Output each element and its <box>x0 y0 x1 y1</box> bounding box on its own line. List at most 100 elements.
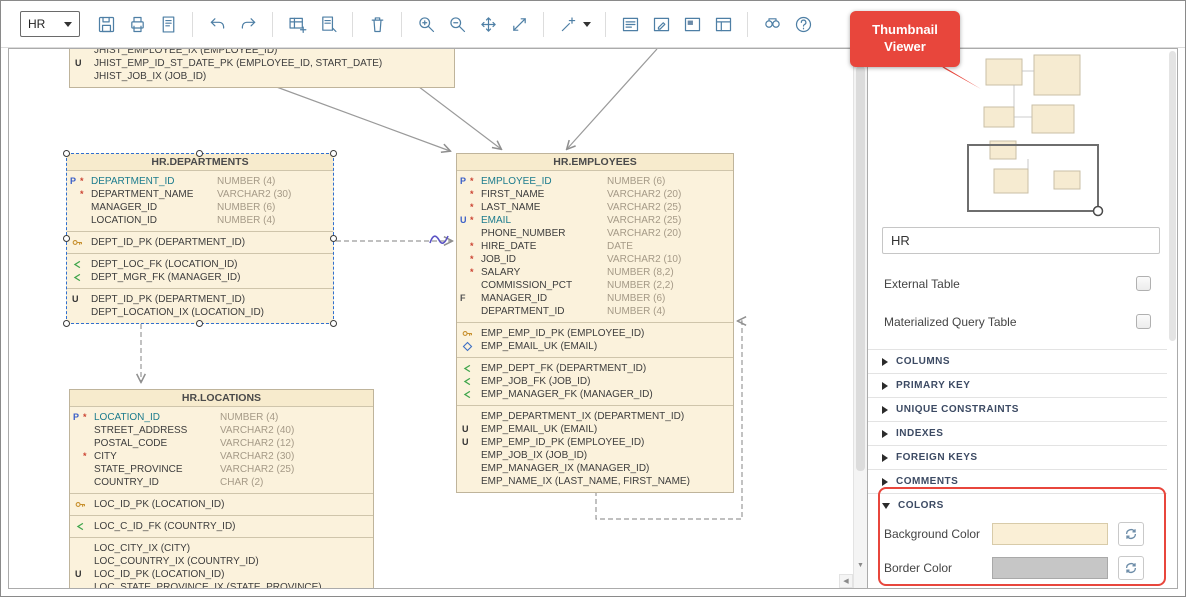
vertical-scroll-thumb[interactable] <box>856 66 865 471</box>
entity-departments[interactable]: HR.DEPARTMENTSP*DEPARTMENT_IDNUMBER (4)*… <box>66 153 334 324</box>
fk-row[interactable]: EMP_JOB_FK (JOB_ID) <box>457 375 733 388</box>
zoom-out-button[interactable] <box>443 10 471 38</box>
schema-selector[interactable]: HR <box>20 11 80 37</box>
find-button[interactable] <box>758 10 786 38</box>
scroll-left-button[interactable]: ◀ <box>839 574 853 588</box>
entity-jhist-partial[interactable]: JHIST_EMPLOYEE_IX (EMPLOYEE_ID)UJHIST_EM… <box>69 49 455 88</box>
selection-handle[interactable] <box>63 150 70 157</box>
section-colors[interactable]: COLORS <box>868 493 1167 517</box>
column-row[interactable]: LOCATION_IDNUMBER (4) <box>67 214 333 227</box>
key-row[interactable]: EMP_EMAIL_UK (EMAIL) <box>457 340 733 353</box>
fk-row[interactable]: DEPT_LOC_FK (LOCATION_ID) <box>67 258 333 271</box>
selection-handle[interactable] <box>63 320 70 327</box>
zoom-in-button[interactable] <box>412 10 440 38</box>
column-row[interactable]: DEPARTMENT_IDNUMBER (4) <box>457 305 733 318</box>
overview-panel-button[interactable] <box>678 10 706 38</box>
column-row[interactable]: MANAGER_IDNUMBER (6) <box>67 201 333 214</box>
fk-row[interactable]: EMP_MANAGER_FK (MANAGER_ID) <box>457 388 733 401</box>
section-unique-constraints[interactable]: UNIQUE CONSTRAINTS <box>868 397 1167 421</box>
column-row[interactable]: *DEPARTMENT_NAMEVARCHAR2 (30) <box>67 188 333 201</box>
section-indexes[interactable]: INDEXES <box>868 421 1167 445</box>
details-panel-button[interactable] <box>709 10 737 38</box>
table-name-input[interactable] <box>882 227 1160 254</box>
properties-panel-button[interactable] <box>616 10 644 38</box>
actual-size-button[interactable] <box>505 10 533 38</box>
index-row[interactable]: UEMP_EMAIL_UK (EMAIL) <box>457 423 733 436</box>
column-row[interactable]: *FIRST_NAMEVARCHAR2 (20) <box>457 188 733 201</box>
redo-button[interactable] <box>234 10 262 38</box>
index-row[interactable]: UDEPT_ID_PK (DEPARTMENT_ID) <box>67 293 333 306</box>
column-row[interactable]: P*DEPARTMENT_IDNUMBER (4) <box>67 175 333 188</box>
column-row[interactable]: P*LOCATION_IDNUMBER (4) <box>70 411 373 424</box>
panel-scroll-thumb[interactable] <box>1169 51 1176 341</box>
fit-screen-button[interactable] <box>474 10 502 38</box>
column-row[interactable]: U*EMAILVARCHAR2 (25) <box>457 214 733 227</box>
entity-employees[interactable]: HR.EMPLOYEESP*EMPLOYEE_IDNUMBER (6)*FIRS… <box>456 153 734 493</box>
index-row[interactable]: LOC_CITY_IX (CITY) <box>70 542 373 555</box>
column-row[interactable]: PHONE_NUMBERVARCHAR2 (20) <box>457 227 733 240</box>
fk-row[interactable]: EMP_DEPT_FK (DEPARTMENT_ID) <box>457 362 733 375</box>
column-row[interactable]: COMMISSION_PCTNUMBER (2,2) <box>457 279 733 292</box>
section-foreign-keys[interactable]: FOREIGN KEYS <box>868 445 1167 469</box>
index-row[interactable]: UEMP_EMP_ID_PK (EMPLOYEE_ID) <box>457 436 733 449</box>
reset-border-color-button[interactable] <box>1118 556 1144 580</box>
index-row[interactable]: LOC_STATE_PROVINCE_IX (STATE_PROVINCE) <box>70 581 373 588</box>
column-row[interactable]: *SALARYNUMBER (8,2) <box>457 266 733 279</box>
selection-handle[interactable] <box>330 320 337 327</box>
index-row[interactable]: ULOC_ID_PK (LOCATION_ID) <box>70 568 373 581</box>
index-row[interactable]: EMP_NAME_IX (LAST_NAME, FIRST_NAME) <box>457 475 733 488</box>
undo-button[interactable] <box>203 10 231 38</box>
diagram-canvas[interactable]: JHIST_EMPLOYEE_IX (EMPLOYEE_ID)UJHIST_EM… <box>9 49 867 588</box>
background-color-swatch[interactable] <box>992 523 1108 545</box>
column-row[interactable]: STATE_PROVINCEVARCHAR2 (25) <box>70 463 373 476</box>
thumbnail-viewer[interactable] <box>868 49 1177 219</box>
index-row[interactable]: EMP_DEPARTMENT_IX (DEPARTMENT_ID) <box>457 410 733 423</box>
section-comments[interactable]: COMMENTS <box>868 469 1167 493</box>
save-button[interactable] <box>92 10 120 38</box>
index-row[interactable]: UJHIST_EMP_ID_ST_DATE_PK (EMPLOYEE_ID, S… <box>70 57 454 70</box>
edit-panel-button[interactable] <box>647 10 675 38</box>
help-button[interactable] <box>789 10 817 38</box>
index-row[interactable]: DEPT_LOCATION_IX (LOCATION_ID) <box>67 306 333 319</box>
selection-handle[interactable] <box>330 150 337 157</box>
auto-layout-button[interactable] <box>554 10 595 38</box>
selection-handle[interactable] <box>196 320 203 327</box>
materialized-query-table-checkbox[interactable] <box>1136 314 1151 329</box>
index-row[interactable]: LOC_COUNTRY_IX (COUNTRY_ID) <box>70 555 373 568</box>
index-row[interactable]: JHIST_EMPLOYEE_IX (EMPLOYEE_ID) <box>70 49 454 57</box>
delete-button[interactable] <box>363 10 391 38</box>
key-row[interactable]: DEPT_ID_PK (DEPARTMENT_ID) <box>67 236 333 249</box>
column-row[interactable]: *JOB_IDVARCHAR2 (10) <box>457 253 733 266</box>
collapse-panel-arrow[interactable] <box>867 299 868 309</box>
key-row[interactable]: LOC_ID_PK (LOCATION_ID) <box>70 498 373 511</box>
fk-row[interactable]: DEPT_MGR_FK (MANAGER_ID) <box>67 271 333 284</box>
column-row[interactable]: P*EMPLOYEE_IDNUMBER (6) <box>457 175 733 188</box>
column-row[interactable]: *LAST_NAMEVARCHAR2 (25) <box>457 201 733 214</box>
viewport-resize-handle[interactable] <box>1094 207 1103 216</box>
print-button[interactable] <box>123 10 151 38</box>
column-row[interactable]: *CITYVARCHAR2 (30) <box>70 450 373 463</box>
index-row[interactable]: JHIST_JOB_IX (JOB_ID) <box>70 70 454 83</box>
fk-row[interactable]: LOC_C_ID_FK (COUNTRY_ID) <box>70 520 373 533</box>
column-row[interactable]: FMANAGER_IDNUMBER (6) <box>457 292 733 305</box>
index-row[interactable]: EMP_JOB_IX (JOB_ID) <box>457 449 733 462</box>
border-color-swatch[interactable] <box>992 557 1108 579</box>
section-columns[interactable]: COLUMNS <box>868 349 1167 373</box>
new-view-button[interactable] <box>314 10 342 38</box>
column-row[interactable]: COUNTRY_IDCHAR (2) <box>70 476 373 489</box>
selection-handle[interactable] <box>196 150 203 157</box>
key-row[interactable]: EMP_EMP_ID_PK (EMPLOYEE_ID) <box>457 327 733 340</box>
index-row[interactable]: EMP_MANAGER_IX (MANAGER_ID) <box>457 462 733 475</box>
entity-locations[interactable]: HR.LOCATIONSP*LOCATION_IDNUMBER (4)STREE… <box>69 389 374 588</box>
column-row[interactable]: STREET_ADDRESSVARCHAR2 (40) <box>70 424 373 437</box>
report-button[interactable] <box>154 10 182 38</box>
reset-background-color-button[interactable] <box>1118 522 1144 546</box>
selection-handle[interactable] <box>330 235 337 242</box>
new-table-button[interactable] <box>283 10 311 38</box>
column-row[interactable]: *HIRE_DATEDATE <box>457 240 733 253</box>
selection-handle[interactable] <box>63 235 70 242</box>
section-primary-key[interactable]: PRIMARY KEY <box>868 373 1167 397</box>
external-table-checkbox[interactable] <box>1136 276 1151 291</box>
column-row[interactable]: POSTAL_CODEVARCHAR2 (12) <box>70 437 373 450</box>
scroll-down-button[interactable]: ▼ <box>854 558 867 573</box>
